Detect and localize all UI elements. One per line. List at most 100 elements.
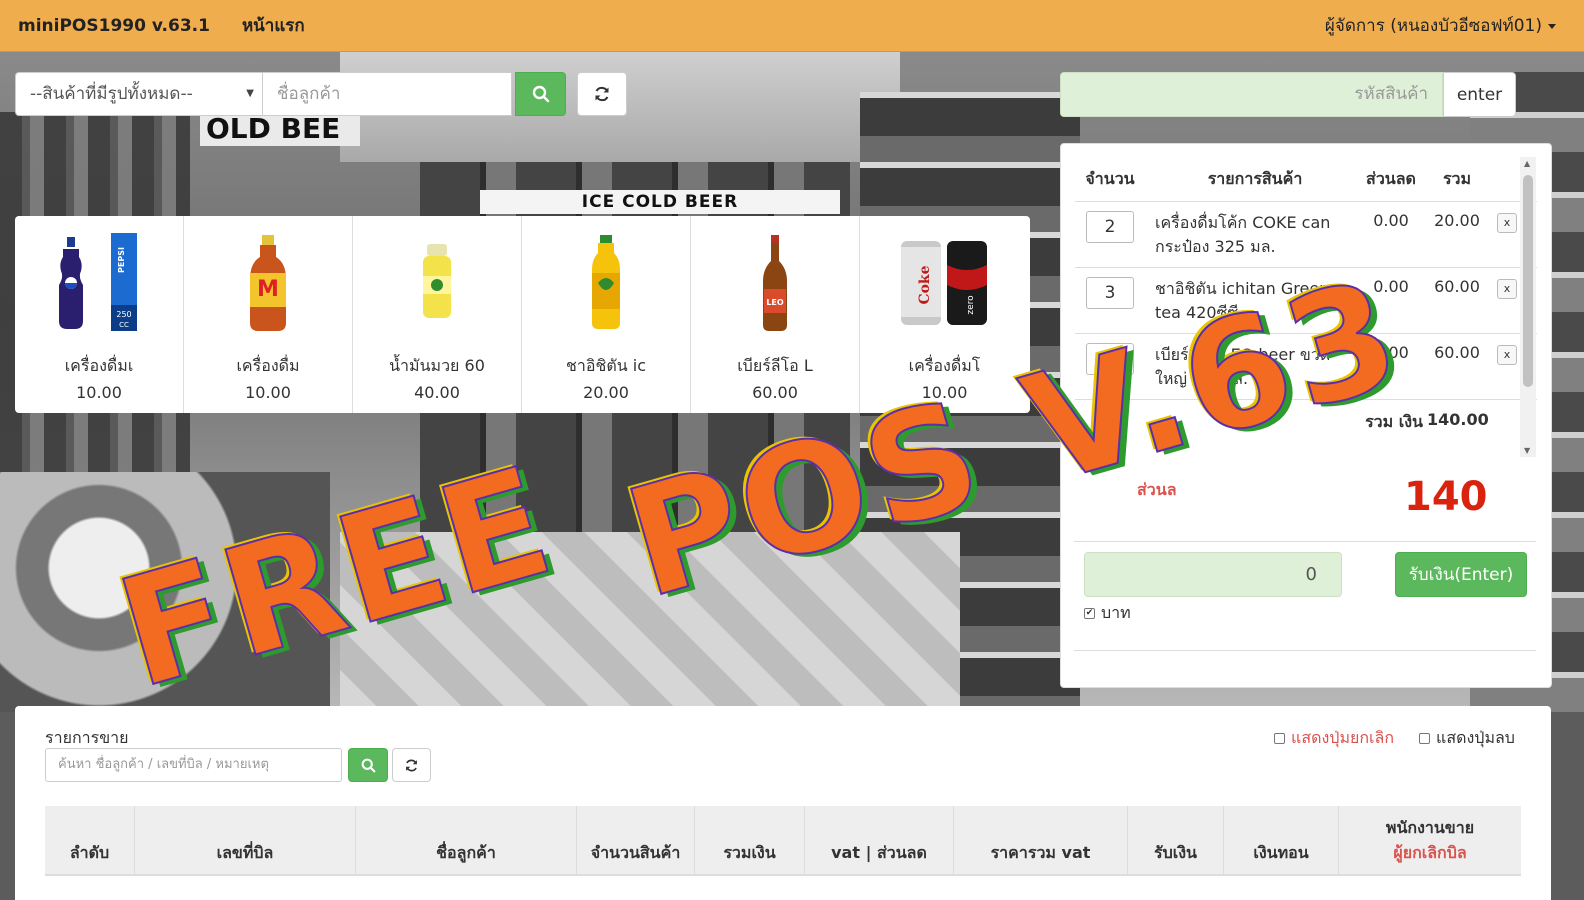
cart-header-discount: ส่วนลด — [1366, 169, 1416, 188]
product-refresh-button[interactable] — [577, 72, 627, 116]
cart-item-name: เครื่องดื่มโค้ก COKE can กระป๋อง 325 มล. — [1155, 213, 1331, 256]
show-cancel-option[interactable]: แสดงปุ่มยกเลิก — [1274, 726, 1394, 751]
sales-table-header: ลำดับ เลขที่บิล ชื่อลูกค้า จำนวนสินค้า ร… — [45, 806, 1521, 876]
bg-sign-bold: OLD BEE — [200, 112, 360, 146]
remove-item-button[interactable]: x — [1497, 345, 1517, 365]
col-header: จำนวนสินค้า — [577, 806, 695, 876]
cart-total-value: 140.00 — [1427, 410, 1489, 429]
product-price: 10.00 — [245, 383, 291, 402]
user-menu[interactable]: ผู้จัดการ (หนองบัวอีซอฟท์01) — [1325, 0, 1556, 52]
sales-refresh-button[interactable] — [392, 748, 431, 782]
refresh-icon — [595, 86, 609, 102]
m150-bottle-icon: M — [184, 216, 352, 336]
nav-home-link[interactable]: หน้าแรก — [242, 12, 305, 39]
col-header: ลำดับ — [45, 806, 135, 876]
scroll-up-icon: ▲ — [1524, 159, 1531, 168]
scroll-down-icon: ▼ — [1524, 446, 1531, 455]
product-name: ชาอิชิตัน ic — [566, 356, 646, 375]
remove-item-button[interactable]: x — [1497, 213, 1517, 233]
svg-text:Coke: Coke — [917, 265, 933, 304]
svg-text:zero: zero — [966, 295, 976, 315]
svg-text:LEO: LEO — [766, 298, 784, 307]
show-delete-option[interactable]: แสดงปุ่มลบ — [1419, 726, 1515, 751]
cart-item-sum: 20.00 — [1434, 211, 1480, 230]
col-header: รับเงิน — [1128, 806, 1224, 876]
col-header: เลขที่บิล — [135, 806, 356, 876]
product-price: 40.00 — [414, 383, 460, 402]
category-select[interactable]: --สินค้าที่มีรูปทั้งหมด-- ▼ — [15, 72, 263, 116]
cart-item-sum: 60.00 — [1434, 277, 1480, 296]
product-price: 60.00 — [752, 383, 798, 402]
caret-down-icon — [1548, 23, 1556, 29]
sales-panel: รายการขาย ค้นหา ชื่อลูกค้า / เลขที่บิล /… — [15, 706, 1551, 900]
scrollbar-thumb[interactable] — [1523, 175, 1533, 387]
product-name: น้ำมันมวย 60 — [389, 356, 485, 375]
svg-text:M: M — [257, 277, 279, 302]
customer-input[interactable]: ชื่อลูกค้า — [262, 72, 512, 116]
product-name: เครื่องดื่ม — [236, 356, 300, 375]
product-card[interactable]: PEPSI 250 CC เครื่องดื่มเ 10.00 — [15, 216, 184, 413]
product-grid: PEPSI 250 CC เครื่องดื่มเ 10.00 M เครื่อ… — [15, 216, 1030, 413]
cart-scrollbar[interactable]: ▲ ▼ — [1520, 157, 1536, 457]
col-header: รวมเงิน — [695, 806, 805, 876]
cart-row: 2 เครื่องดื่มโค้ก COKE can กระป๋อง 325 ม… — [1075, 202, 1537, 268]
refresh-icon — [406, 759, 417, 771]
search-icon — [532, 85, 549, 103]
cart-header: จำนวน รายการสินค้า ส่วนลด รวม — [1075, 158, 1537, 202]
product-card[interactable]: ชาอิชิตัน ic 20.00 — [522, 216, 691, 413]
checkbox-checked-icon[interactable]: ✔ — [1084, 608, 1095, 619]
product-price: 10.00 — [76, 383, 122, 402]
enter-button[interactable]: enter — [1443, 72, 1516, 117]
user-menu-label: ผู้จัดการ (หนองบัวอีซอฟท์01) — [1324, 16, 1542, 36]
qty-input[interactable]: 3 — [1086, 277, 1134, 309]
cart-header-item: รายการสินค้า — [1207, 169, 1303, 188]
coke-cans-icon: Coke zero — [860, 216, 1029, 336]
qty-input[interactable]: 2 — [1086, 211, 1134, 243]
product-card[interactable]: LEO เบียร์ลีโอ L 60.00 — [691, 216, 860, 413]
col-header: ชื่อลูกค้า — [356, 806, 577, 876]
search-icon — [361, 758, 375, 772]
svg-text:250: 250 — [116, 310, 131, 319]
select-arrow-icon: ▼ — [246, 88, 254, 99]
bg-sign-beer: ICE COLD BEER — [480, 190, 840, 214]
show-cancel-label: แสดงปุ่มยกเลิก — [1291, 728, 1395, 747]
col-header-staff-line1: พนักงานขาย — [1385, 818, 1475, 837]
col-header: ราคารวม vat — [954, 806, 1128, 876]
product-search-button[interactable] — [515, 72, 566, 116]
product-name: เบียร์ลีโอ L — [737, 356, 813, 375]
receive-payment-button[interactable]: รับเงิน(Enter) — [1395, 552, 1527, 597]
col-header: vat | ส่วนลด — [805, 806, 954, 876]
divider — [1074, 541, 1536, 542]
payment-input[interactable]: 0 — [1084, 552, 1342, 597]
col-header-staff-line2: ผู้ยกเลิกบิล — [1393, 843, 1467, 862]
cart-header-sum: รวม — [1442, 169, 1472, 188]
remove-item-button[interactable]: x — [1497, 279, 1517, 299]
leo-beer-icon: LEO — [691, 216, 859, 336]
col-header-staff: พนักงานขาย ผู้ยกเลิกบิล — [1339, 806, 1521, 876]
product-name: เครื่องดื่มเ — [64, 356, 134, 375]
sales-search-input[interactable]: ค้นหา ชื่อลูกค้า / เลขที่บิล / หมายเหตุ — [45, 748, 342, 782]
product-price: 20.00 — [583, 383, 629, 402]
pepsi-bottle-icon: PEPSI 250 CC — [15, 216, 183, 336]
navbar: miniPOS1990 v.63.1 หน้าแรก ผู้จัดการ (หน… — [0, 0, 1584, 52]
cart-header-qty: จำนวน — [1085, 169, 1135, 188]
col-header: เงินทอน — [1224, 806, 1339, 876]
divider — [1074, 650, 1536, 651]
svg-text:PEPSI: PEPSI — [117, 247, 126, 273]
show-delete-label: แสดงปุ่มลบ — [1436, 728, 1515, 747]
sales-search-button[interactable] — [348, 748, 388, 782]
checkbox-icon[interactable] — [1419, 733, 1430, 744]
grand-total: 140 — [1404, 474, 1488, 520]
svg-text:CC: CC — [119, 321, 129, 329]
baht-label: บาท — [1101, 603, 1131, 622]
brand-link[interactable]: miniPOS1990 v.63.1 — [18, 16, 210, 36]
product-card[interactable]: น้ำมันมวย 60 40.00 — [353, 216, 522, 413]
product-card[interactable]: M เครื่องดื่ม 10.00 — [184, 216, 353, 413]
cart-item-sum: 60.00 — [1434, 343, 1480, 362]
ichitan-bottle-icon — [522, 216, 690, 336]
checkbox-icon[interactable] — [1274, 733, 1285, 744]
baht-option[interactable]: ✔ บาท — [1084, 601, 1131, 626]
boxing-oil-icon — [353, 216, 521, 336]
category-select-value: --สินค้าที่มีรูปทั้งหมด-- — [30, 84, 193, 104]
barcode-input[interactable]: รหัสสินค้า — [1060, 72, 1443, 117]
